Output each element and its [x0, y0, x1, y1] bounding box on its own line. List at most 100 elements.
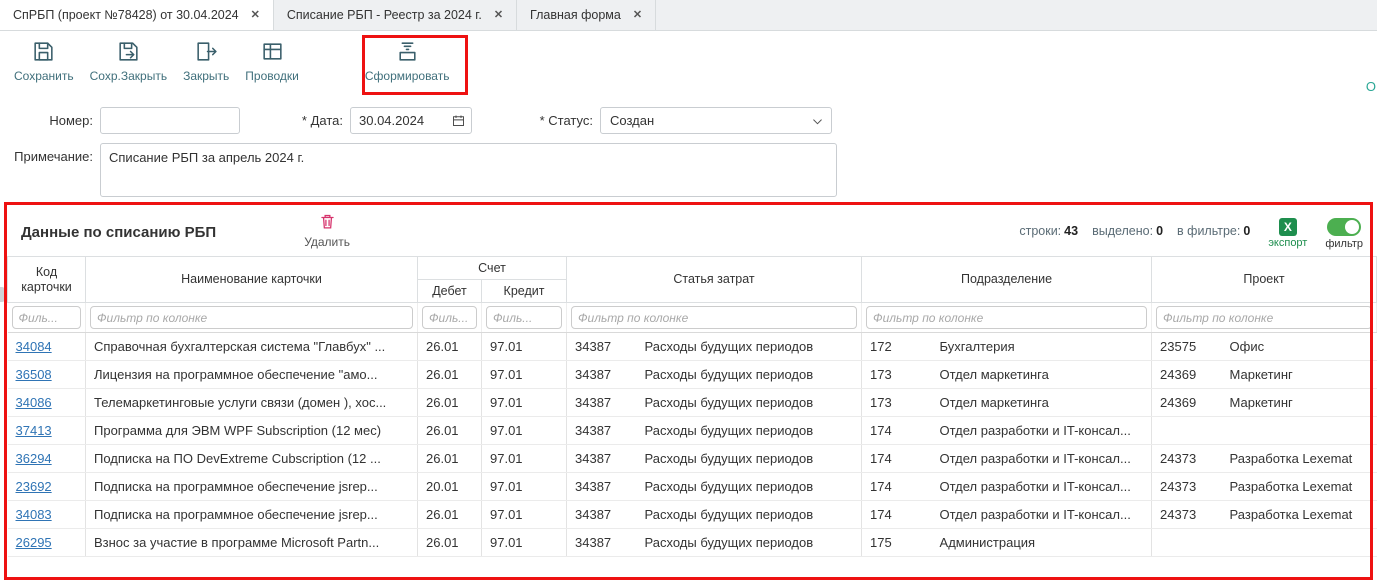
card-code-link[interactable]: 34086	[16, 395, 52, 410]
dept-name-cell: Администрация	[932, 529, 1152, 557]
dept-name-cell: Отдел маркетинга	[932, 389, 1152, 417]
debit-cell: 26.01	[418, 361, 482, 389]
credit-cell: 97.01	[482, 361, 567, 389]
filter-input-card-name[interactable]	[90, 306, 413, 329]
card-code-link[interactable]: 37413	[16, 423, 52, 438]
column-header-project[interactable]: Проект	[1152, 257, 1377, 303]
card-code-cell: 36294	[8, 445, 86, 473]
card-code-cell: 36508	[8, 361, 86, 389]
column-header-department[interactable]: Подразделение	[862, 257, 1152, 303]
status-label: * Статус:	[472, 113, 600, 128]
filter-input-project[interactable]	[1156, 306, 1372, 329]
rbp-table: Код карточки Наименование карточки Счет …	[7, 256, 1377, 557]
save-icon	[31, 39, 56, 67]
tab-label: СпРБП (проект №78428) от 30.04.2024	[13, 8, 239, 22]
delete-button[interactable]: Удалить	[304, 212, 350, 249]
toolbar-right-partial-button[interactable]: О	[1366, 79, 1376, 94]
filter-input-debit[interactable]	[422, 306, 477, 329]
cost-name-cell: Расходы будущих периодов	[637, 333, 862, 361]
table-row[interactable]: 37413Программа для ЭВМ WPF Subscription …	[8, 417, 1377, 445]
grid-stats: строки:43 выделено:0 в фильтре:0	[1019, 224, 1250, 238]
table-row[interactable]: 34084Справочная бухгалтерская система "Г…	[8, 333, 1377, 361]
table-row[interactable]: 34083 Подписка на программное обеспечение…	[8, 501, 1377, 529]
credit-cell: 97.01	[482, 333, 567, 361]
note-textarea[interactable]: Списание РБП за апрель 2024 г.	[100, 143, 837, 197]
filter-toggle[interactable]	[1327, 218, 1361, 236]
date-label: * Дата:	[240, 113, 350, 128]
generate-button[interactable]: Сформировать	[357, 36, 458, 86]
cost-code-cell: 34387	[567, 389, 637, 417]
tab-label: Главная форма	[530, 8, 621, 22]
excel-icon: X	[1279, 218, 1297, 236]
save-close-button[interactable]: Сохр.Закрыть	[82, 36, 175, 86]
card-code-link[interactable]: 26295	[16, 535, 52, 550]
column-header-cost-item[interactable]: Статья затрат	[567, 257, 862, 303]
card-code-link[interactable]: 23692	[16, 479, 52, 494]
save-button[interactable]: Сохранить	[6, 36, 82, 86]
generate-button-label: Сформировать	[365, 69, 450, 83]
date-field	[350, 107, 472, 134]
project-code-cell	[1152, 529, 1222, 557]
postings-button[interactable]: Проводки	[237, 36, 307, 86]
cost-name-cell: Расходы будущих периодов	[637, 501, 862, 529]
table-row[interactable]: 23692Подписка на программное обеспечение…	[8, 473, 1377, 501]
cost-name-cell: Расходы будущих периодов	[637, 417, 862, 445]
table-row[interactable]: 26295Взнос за участие в программе Micros…	[8, 529, 1377, 557]
tab-main-form[interactable]: Главная форма ✕	[517, 0, 656, 30]
table-row[interactable]: 36294 Подписка на ПО DevExtreme Cubscript…	[8, 445, 1377, 473]
tab-document[interactable]: СпРБП (проект №78428) от 30.04.2024 ✕	[0, 0, 274, 30]
table-row[interactable]: 36508Лицензия на программное обеспечение…	[8, 361, 1377, 389]
close-button[interactable]: Закрыть	[175, 36, 237, 86]
card-code-link[interactable]: 34084	[16, 339, 52, 354]
cost-name-cell: Расходы будущих периодов	[637, 445, 862, 473]
card-code-link[interactable]: 36294	[16, 451, 52, 466]
filter-input-card-code[interactable]	[12, 306, 82, 329]
project-name-cell: Разработка Lexemat	[1222, 501, 1377, 529]
tab-registry[interactable]: Списание РБП - Реестр за 2024 г. ✕	[274, 0, 517, 30]
project-name-cell: Разработка Lexemat	[1222, 473, 1377, 501]
card-code-link[interactable]: 34083	[16, 507, 52, 522]
cost-code-cell: 34387	[567, 361, 637, 389]
card-code-cell: 34083	[8, 501, 86, 529]
tab-close-icon[interactable]: ✕	[494, 10, 503, 21]
number-input[interactable]	[100, 107, 240, 134]
tab-close-icon[interactable]: ✕	[251, 10, 260, 21]
card-name-cell: Подписка на ПО DevExtreme Cubscription (…	[86, 445, 418, 473]
calendar-icon[interactable]	[451, 113, 466, 128]
project-code-cell: 24373	[1152, 501, 1222, 529]
excel-export-button[interactable]: X экспорт	[1268, 218, 1307, 249]
project-code-cell	[1152, 417, 1222, 445]
column-header-debit[interactable]: Дебет	[418, 280, 482, 303]
save-button-label: Сохранить	[14, 69, 74, 83]
toggle-knob-icon	[1345, 220, 1359, 234]
toolbar: Сохранить Сохр.Закрыть Закрыть Проводки …	[0, 31, 1377, 97]
left-panel-collapse-handle[interactable]	[0, 287, 5, 302]
dept-code-cell: 174	[862, 473, 932, 501]
project-name-cell: Маркетинг	[1222, 361, 1377, 389]
save-close-icon	[116, 39, 141, 67]
card-code-cell: 26295	[8, 529, 86, 557]
credit-cell: 97.01	[482, 389, 567, 417]
status-select-value: Создан	[610, 113, 654, 128]
card-code-link[interactable]: 36508	[16, 367, 52, 382]
credit-cell: 97.01	[482, 417, 567, 445]
cost-code-cell: 34387	[567, 333, 637, 361]
column-header-card-code[interactable]: Код карточки	[8, 257, 86, 303]
tab-close-icon[interactable]: ✕	[633, 10, 642, 21]
document-form: Номер: * Дата: * Статус: Создан Примечан…	[0, 97, 1377, 197]
filter-input-department[interactable]	[866, 306, 1147, 329]
status-select[interactable]: Создан	[600, 107, 832, 134]
filter-input-cost-item[interactable]	[571, 306, 857, 329]
column-header-card-name[interactable]: Наименование карточки	[86, 257, 418, 303]
cost-name-cell: Расходы будущих периодов	[637, 389, 862, 417]
column-header-credit[interactable]: Кредит	[482, 280, 567, 303]
cost-name-cell: Расходы будущих периодов	[637, 473, 862, 501]
selected-count: выделено:0	[1092, 224, 1163, 238]
credit-cell: 97.01	[482, 473, 567, 501]
table-row[interactable]: 34086Телемаркетинговые услуги связи (дом…	[8, 389, 1377, 417]
debit-cell: 26.01	[418, 417, 482, 445]
filter-input-credit[interactable]	[486, 306, 562, 329]
card-name-cell: Подписка на программное обеспечение jsre…	[86, 501, 418, 529]
dept-name-cell: Отдел разработки и IT-консал...	[932, 445, 1152, 473]
dept-code-cell: 172	[862, 333, 932, 361]
